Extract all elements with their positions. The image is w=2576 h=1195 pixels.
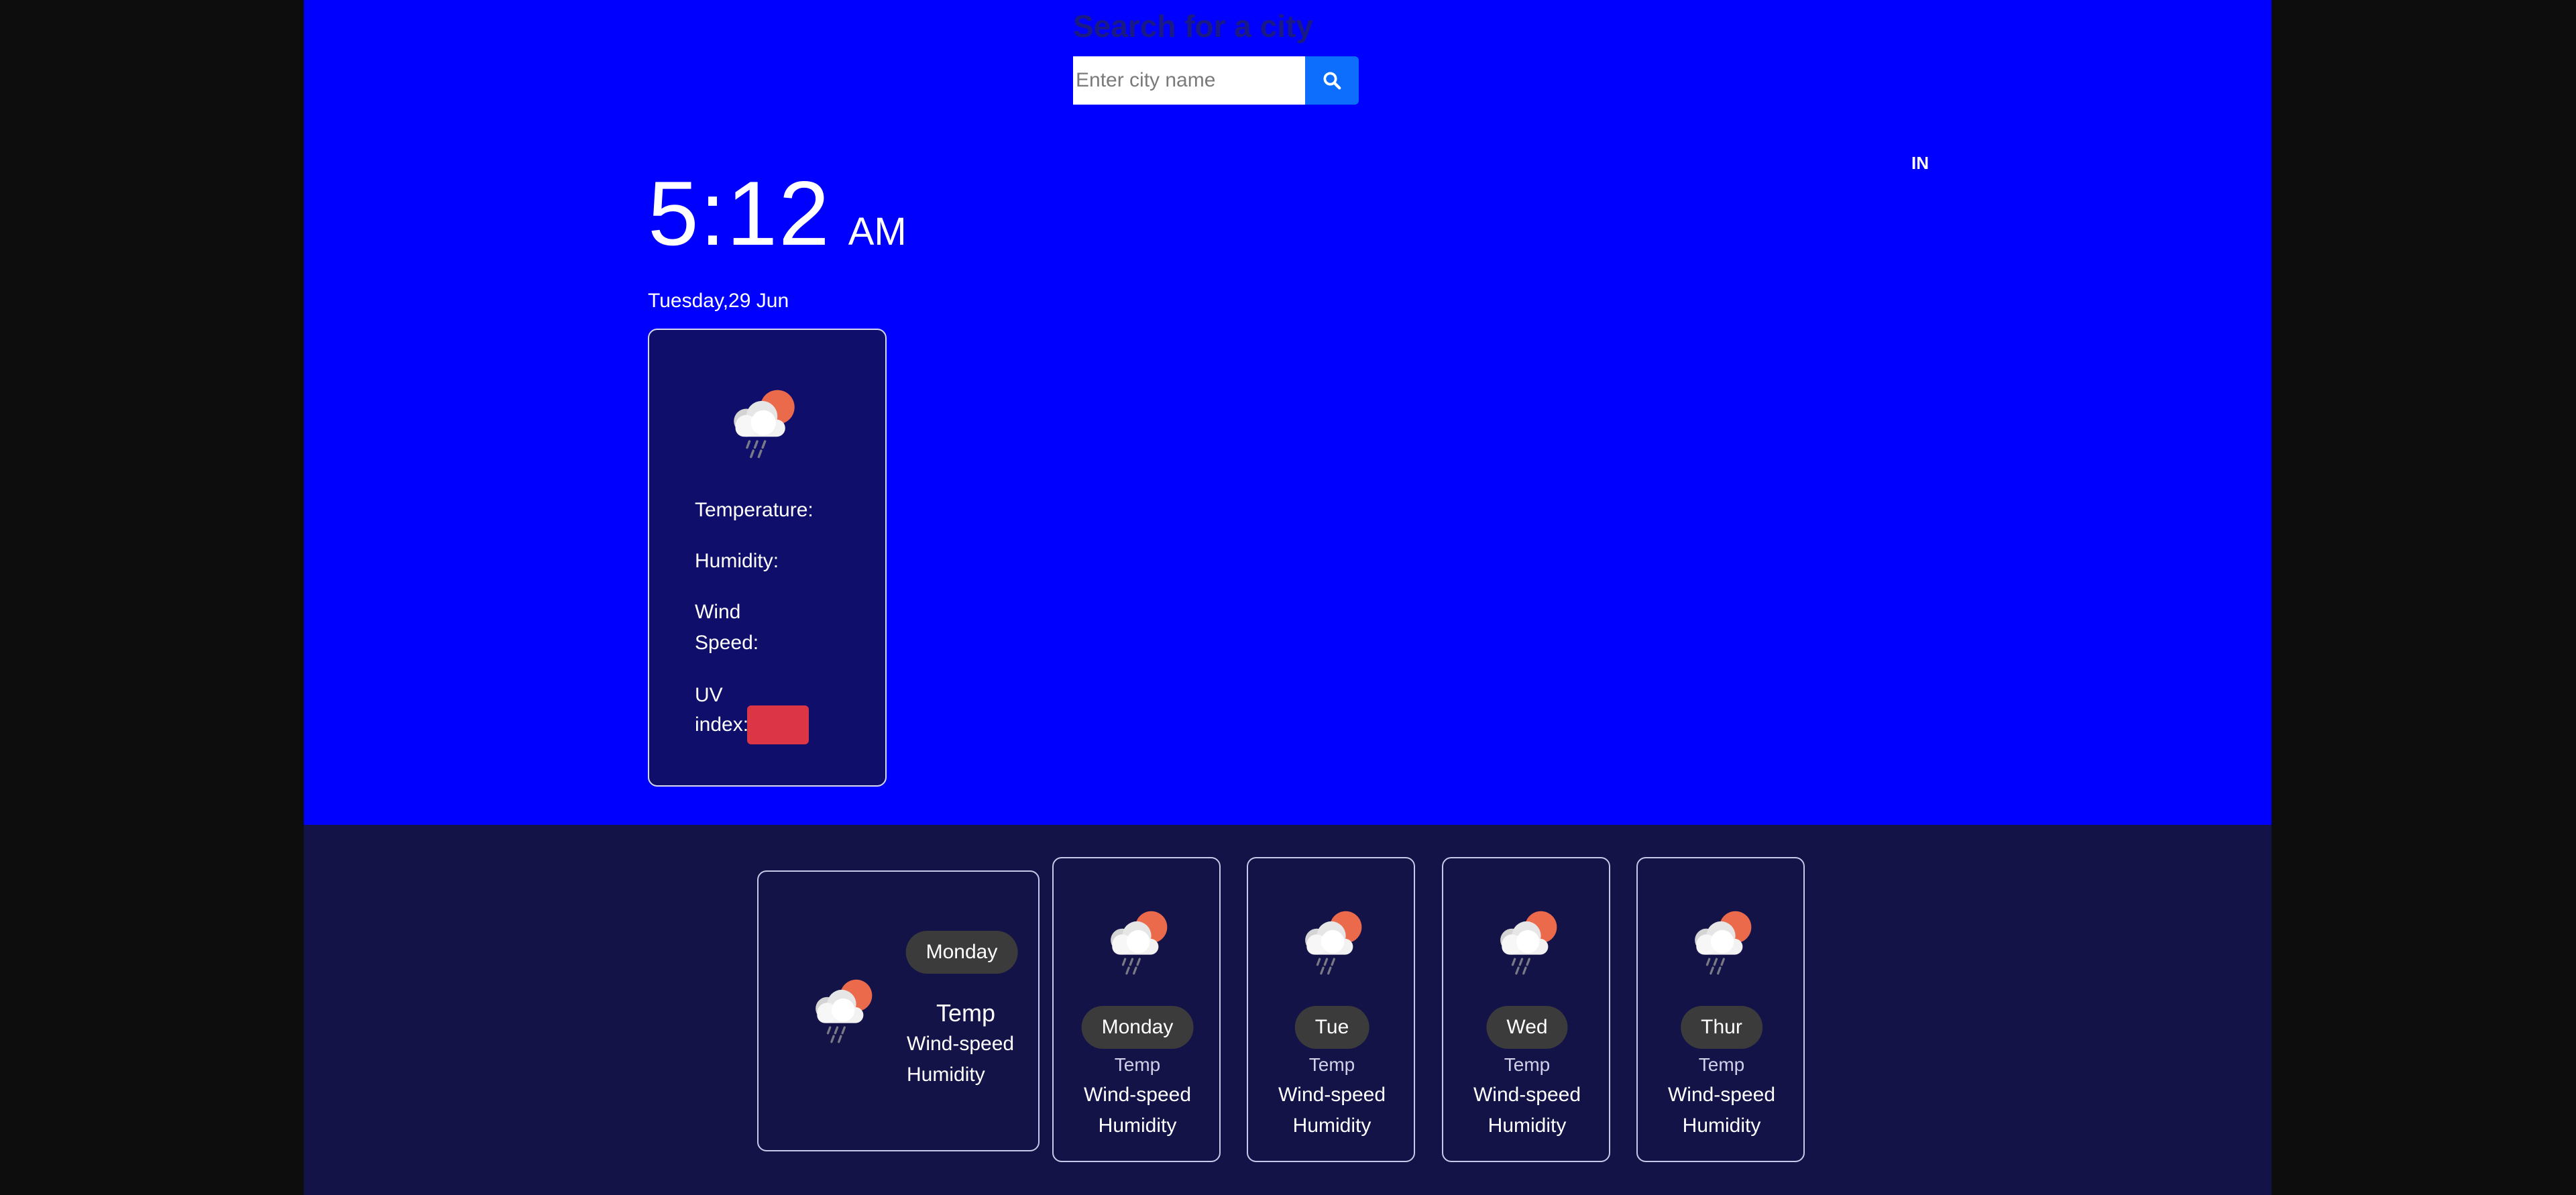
wind-speed-label: Wind-speed xyxy=(1278,1084,1386,1106)
forecast-card: Tue Temp Wind-speed Humidity xyxy=(1247,857,1415,1162)
uv-index-badge xyxy=(747,705,809,744)
uv-index-label-line2: index: xyxy=(695,714,749,736)
weather-app: Search for a city IN 5:12AM Tuesday,29 J… xyxy=(304,0,2272,1195)
featured-forecast-card: Monday Temp Wind-speed Humidity xyxy=(757,870,1040,1151)
humidity-label: Humidity xyxy=(1682,1115,1761,1137)
city-search-input[interactable] xyxy=(1073,56,1305,105)
search-heading: Search for a city xyxy=(1073,9,1313,44)
day-pill: Wed xyxy=(1486,1006,1568,1049)
wind-speed-label: Wind-speed xyxy=(1473,1084,1581,1106)
wind-speed-label: Wind-speed xyxy=(1667,1084,1776,1106)
current-weather-card: Temperature: Humidity: Wind Speed: UV in… xyxy=(648,329,887,787)
wind-speed-label: Wind-speed xyxy=(907,1033,1015,1055)
search-icon xyxy=(1323,72,1341,90)
cloud-sun-rain-icon xyxy=(1685,904,1757,976)
cloud-sun-rain-icon xyxy=(723,382,801,460)
forecast-card: Monday Temp Wind-speed Humidity xyxy=(1052,857,1221,1162)
search-button[interactable] xyxy=(1305,56,1359,105)
clock-ampm: AM xyxy=(848,210,907,253)
humidity-label: Humidity xyxy=(907,1064,985,1086)
cloud-sun-rain-icon xyxy=(805,972,878,1045)
humidity-label: Humidity xyxy=(1488,1115,1567,1137)
clock: 5:12 AM xyxy=(648,168,907,259)
country-code: IN xyxy=(1911,153,1929,173)
temperature-label: Temperature: xyxy=(695,499,814,521)
temp-label: Temp xyxy=(1698,1054,1745,1075)
temp-label: Temp xyxy=(1308,1054,1355,1075)
temp-label: Temp xyxy=(936,999,996,1027)
cloud-sun-rain-icon xyxy=(1101,904,1173,976)
wind-speed-label-line1: Wind xyxy=(695,601,741,623)
temp-label: Temp xyxy=(1504,1054,1551,1075)
forecast-section: Monday Temp Wind-speed Humidity Monday T… xyxy=(304,825,2272,1195)
day-pill: Monday xyxy=(905,931,1018,974)
uv-index-label-line1: UV xyxy=(695,684,723,706)
humidity-label: Humidity xyxy=(1292,1115,1371,1137)
wind-speed-label-line2: Speed: xyxy=(695,632,759,654)
cloud-sun-rain-icon xyxy=(1490,904,1563,976)
current-date: Tuesday,29 Jun xyxy=(648,290,789,312)
forecast-card: Wed Temp Wind-speed Humidity xyxy=(1442,857,1610,1162)
temp-label: Temp xyxy=(1114,1054,1161,1075)
cloud-sun-rain-icon xyxy=(1295,904,1367,976)
hero-section: Search for a city IN 5:12AM Tuesday,29 J… xyxy=(304,0,2272,825)
day-pill: Tue xyxy=(1294,1006,1369,1049)
wind-speed-label: Wind-speed xyxy=(1083,1084,1192,1106)
humidity-label: Humidity xyxy=(1098,1115,1177,1137)
day-pill: Thur xyxy=(1681,1006,1762,1049)
humidity-label: Humidity: xyxy=(695,550,779,572)
forecast-card: Thur Temp Wind-speed Humidity xyxy=(1636,857,1805,1162)
clock-time: 5:12 xyxy=(648,162,831,264)
day-pill: Monday xyxy=(1081,1006,1194,1049)
